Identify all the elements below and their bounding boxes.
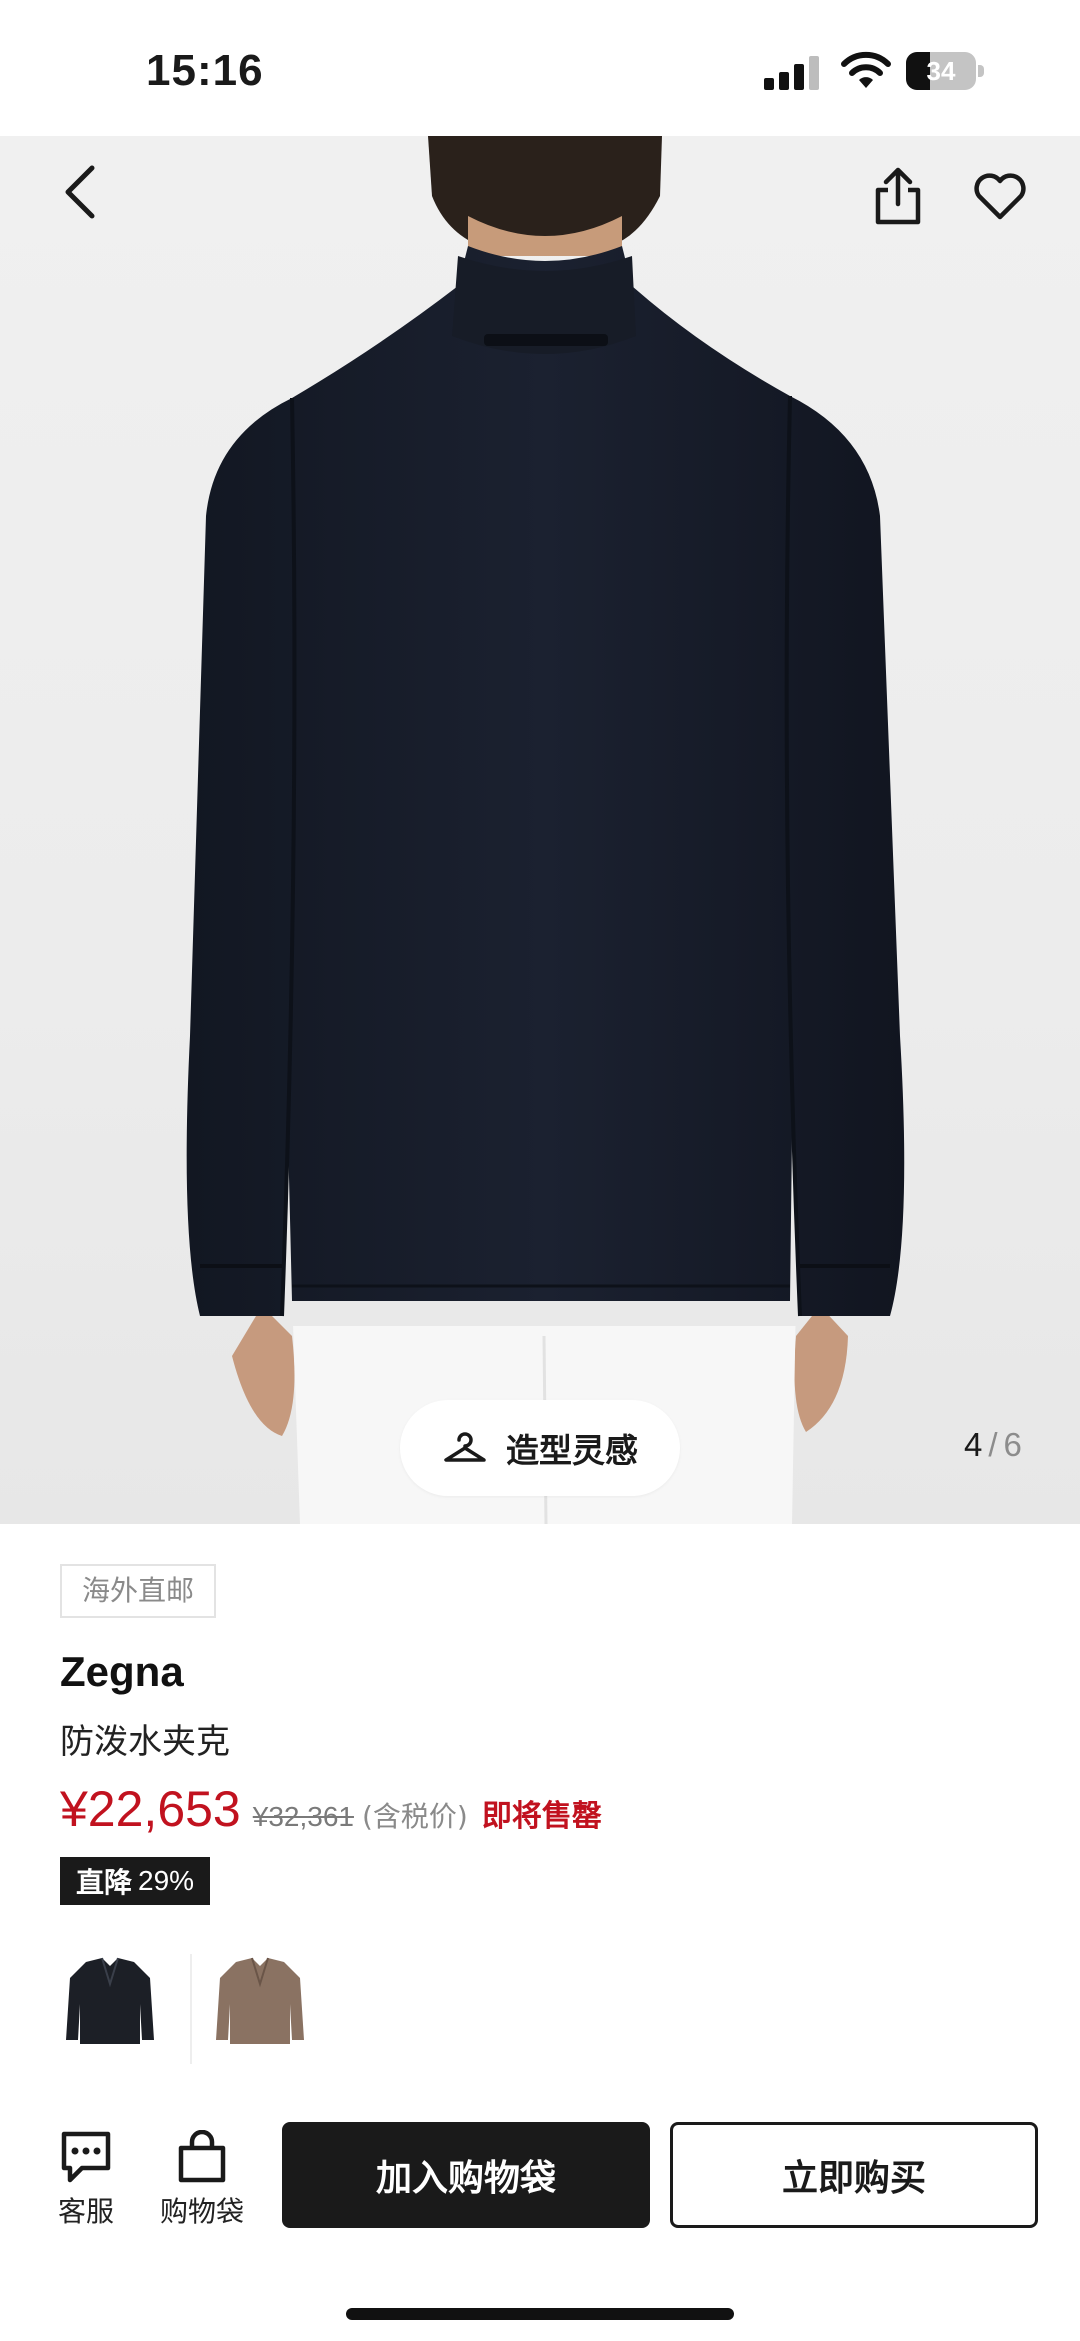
wifi-icon: [841, 51, 891, 88]
add-to-bag-button[interactable]: 加入购物袋: [282, 2122, 650, 2228]
customer-service-label: 客服: [57, 2195, 114, 2228]
customer-service-button[interactable]: 客服: [36, 2130, 136, 2230]
battery-indicator: 34: [906, 52, 984, 90]
shopping-bag-icon: [178, 2130, 226, 2183]
tax-note: (含税价): [361, 1800, 468, 1833]
image-total: 6: [1003, 1426, 1022, 1463]
shopping-bag-label: 购物袋: [159, 2195, 244, 2228]
chevron-left-icon: [65, 165, 95, 219]
discount-label: 直降: [76, 1866, 133, 1899]
brand-name[interactable]: Zegna: [60, 1648, 184, 1696]
status-bar: 15:16 34: [0, 0, 1080, 136]
price-row: ¥22,653 ¥32,361 (含税价) 即将售罄: [60, 1780, 602, 1838]
original-price: ¥32,361: [252, 1801, 354, 1832]
product-detail-page: 15:16 34 造型灵感 4 / 6 海外直邮 Zegna 防泼水夹克 ¥22…: [0, 0, 1080, 2341]
favorite-button[interactable]: [960, 156, 1040, 236]
color-variant-list: [50, 1944, 350, 2084]
shipping-tag: 海外直邮: [60, 1564, 217, 1618]
product-photo: [186, 136, 905, 1524]
image-counter-separator: /: [988, 1426, 998, 1463]
styling-inspiration-label: 造型灵感: [506, 1431, 638, 1470]
heart-icon: [974, 173, 1026, 220]
image-counter: 4/6: [964, 1426, 1022, 1464]
cellular-signal-icon: [764, 56, 820, 90]
variant-swatch-navy[interactable]: [50, 1944, 170, 2064]
image-index: 4: [964, 1426, 983, 1463]
variant-divider: [190, 1954, 192, 2064]
discount-percent: 29%: [138, 1865, 195, 1896]
hanger-icon: [444, 1432, 486, 1462]
bottom-action-bar: 客服 购物袋 加入购物袋 立即购买: [0, 2110, 1080, 2240]
product-name: 防泼水夹克: [60, 1722, 230, 1762]
shopping-bag-button[interactable]: 购物袋: [152, 2130, 252, 2230]
share-icon: [875, 167, 921, 225]
jacket-thumbnail: [216, 1957, 304, 2044]
back-button[interactable]: [40, 152, 120, 232]
buy-now-button[interactable]: 立即购买: [670, 2122, 1038, 2228]
status-time: 15:16: [146, 46, 264, 95]
product-image-carousel[interactable]: 造型灵感 4/6: [0, 136, 1080, 1524]
current-price: ¥22,653: [60, 1781, 241, 1837]
home-indicator[interactable]: [346, 2308, 734, 2320]
styling-inspiration-button[interactable]: 造型灵感: [400, 1400, 680, 1496]
stock-status: 即将售罄: [481, 1799, 602, 1834]
discount-badge: 直降 29%: [60, 1857, 211, 1905]
jacket-thumbnail: [66, 1957, 154, 2044]
battery-level: 34: [926, 56, 956, 86]
variant-swatch-taupe[interactable]: [200, 1944, 320, 2064]
chat-bubble-icon: [61, 2131, 111, 2183]
share-button[interactable]: [858, 156, 938, 236]
